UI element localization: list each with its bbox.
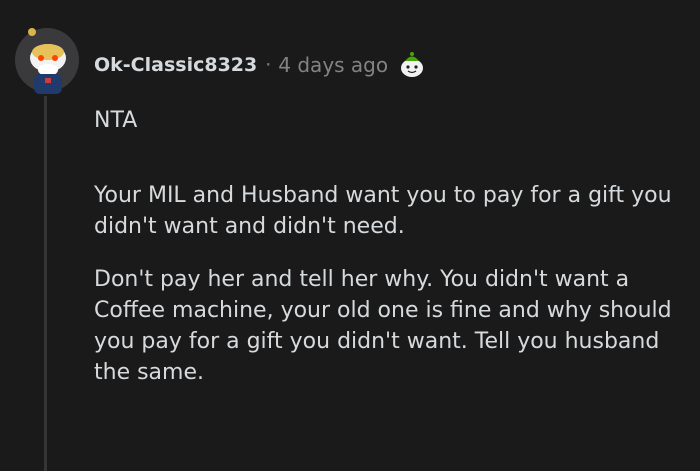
comment-header: Ok-Classic8323 · 4 days ago <box>94 50 426 80</box>
comment-paragraph: NTA <box>94 108 138 133</box>
comment-paragraph: Don't pay her and tell her why. You didn… <box>94 267 672 385</box>
timestamp[interactable]: 4 days ago <box>278 53 388 77</box>
user-avatar[interactable] <box>12 18 82 98</box>
comment: Ok-Classic8323 · 4 days ago NTA Your MIL… <box>0 0 700 471</box>
thread-line[interactable] <box>44 96 47 471</box>
comment-paragraph: Your MIL and Husband want you to pay for… <box>94 183 672 239</box>
username-link[interactable]: Ok-Classic8323 <box>94 54 257 76</box>
meta-separator: · <box>265 54 272 76</box>
avatar-icon <box>15 28 79 94</box>
comment-body: NTA Your MIL and Husband want you to pay… <box>94 105 694 388</box>
award-icon[interactable] <box>398 51 426 79</box>
